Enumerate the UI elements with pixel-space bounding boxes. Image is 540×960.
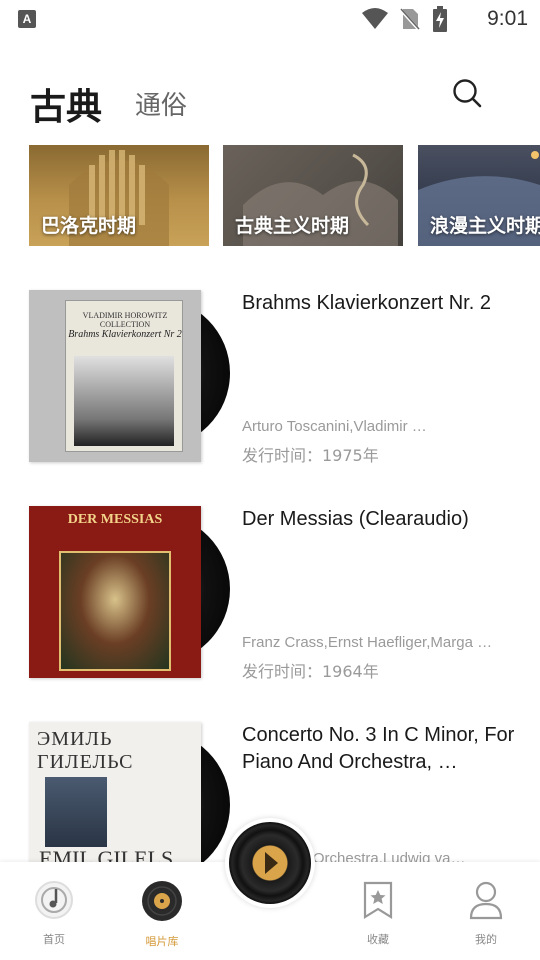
nav-label: 首页: [43, 933, 65, 946]
no-sim-icon: [400, 7, 420, 31]
album-item[interactable]: DER MESSIAS Der Messias (Clearaudio) Fra…: [0, 506, 540, 696]
cover-frame: VLADIMIR HOROWITZ COLLECTION Brahms Klav…: [65, 300, 183, 452]
category-label: 巴洛克时期: [41, 215, 137, 237]
app-notification-icon: A: [18, 10, 36, 28]
music-note-icon: [35, 881, 73, 919]
cover-collection-text: VLADIMIR HOROWITZ COLLECTION: [82, 311, 168, 329]
cover-photo: [74, 356, 174, 446]
nav-favorites[interactable]: 收藏: [343, 880, 413, 947]
battery-charging-icon: [433, 6, 447, 32]
category-card-romantic[interactable]: 浪漫主义时期: [418, 145, 540, 246]
album-release: 发行时间：1964年: [242, 662, 379, 681]
cover-photo: [45, 777, 107, 847]
nav-label: 我的: [475, 933, 497, 946]
status-icons: [362, 6, 448, 32]
nav-label: 收藏: [367, 933, 389, 946]
category-carousel[interactable]: 巴洛克时期 古典主义时期 浪漫主义时期: [0, 145, 540, 246]
tab-popular[interactable]: 通俗: [135, 85, 187, 122]
wifi-icon: [362, 8, 388, 29]
cover-title-text: DER MESSIAS: [67, 512, 163, 527]
nav-home[interactable]: 首页: [19, 880, 89, 947]
album-cover: VLADIMIR HOROWITZ COLLECTION Brahms Klav…: [29, 290, 201, 462]
nav-label: 唱片库: [145, 935, 179, 948]
category-card-baroque[interactable]: 巴洛克时期: [29, 145, 209, 246]
tab-label: 古典: [30, 87, 103, 128]
album-title: Concerto No. 3 In C Minor, For Piano And…: [242, 724, 515, 773]
album-artists: Arturo Toscanini,Vladimir …: [242, 418, 427, 435]
category-label: 古典主义时期: [235, 215, 350, 237]
album-release: 发行时间：1975年: [242, 446, 379, 465]
tab-classical[interactable]: 古典: [30, 78, 104, 132]
cover-cyrillic-name: ЭМИЛЬ ГИЛЕЛЬС: [37, 728, 134, 773]
user-icon: [469, 881, 503, 920]
album-item[interactable]: VLADIMIR HOROWITZ COLLECTION Brahms Klav…: [0, 290, 540, 480]
clock: 9:01: [487, 7, 528, 30]
album-title: Brahms Klavierkonzert Nr. 2: [242, 292, 491, 314]
cover-title-text: Brahms Klavierkonzert Nr 2: [68, 329, 182, 340]
search-icon[interactable]: [452, 78, 482, 108]
album-cover: DER MESSIAS: [29, 506, 201, 678]
album-artists: Franz Crass,Ernst Haefliger,Marga …: [242, 634, 493, 651]
album-title: Der Messias (Clearaudio): [242, 508, 469, 530]
nav-profile[interactable]: 我的: [451, 880, 521, 947]
now-playing-button[interactable]: [225, 818, 315, 908]
play-icon: [265, 852, 278, 874]
cover-painting: [59, 551, 171, 671]
nav-record-library[interactable]: 唱片库: [127, 880, 197, 949]
header: 古典 通俗: [0, 60, 540, 132]
category-label: 浪漫主义时期: [430, 215, 540, 237]
status-bar: A 9:01: [0, 0, 540, 38]
bookmark-star-icon: [363, 881, 393, 919]
category-card-classical-period[interactable]: 古典主义时期: [223, 145, 403, 246]
vinyl-icon: [142, 881, 182, 921]
